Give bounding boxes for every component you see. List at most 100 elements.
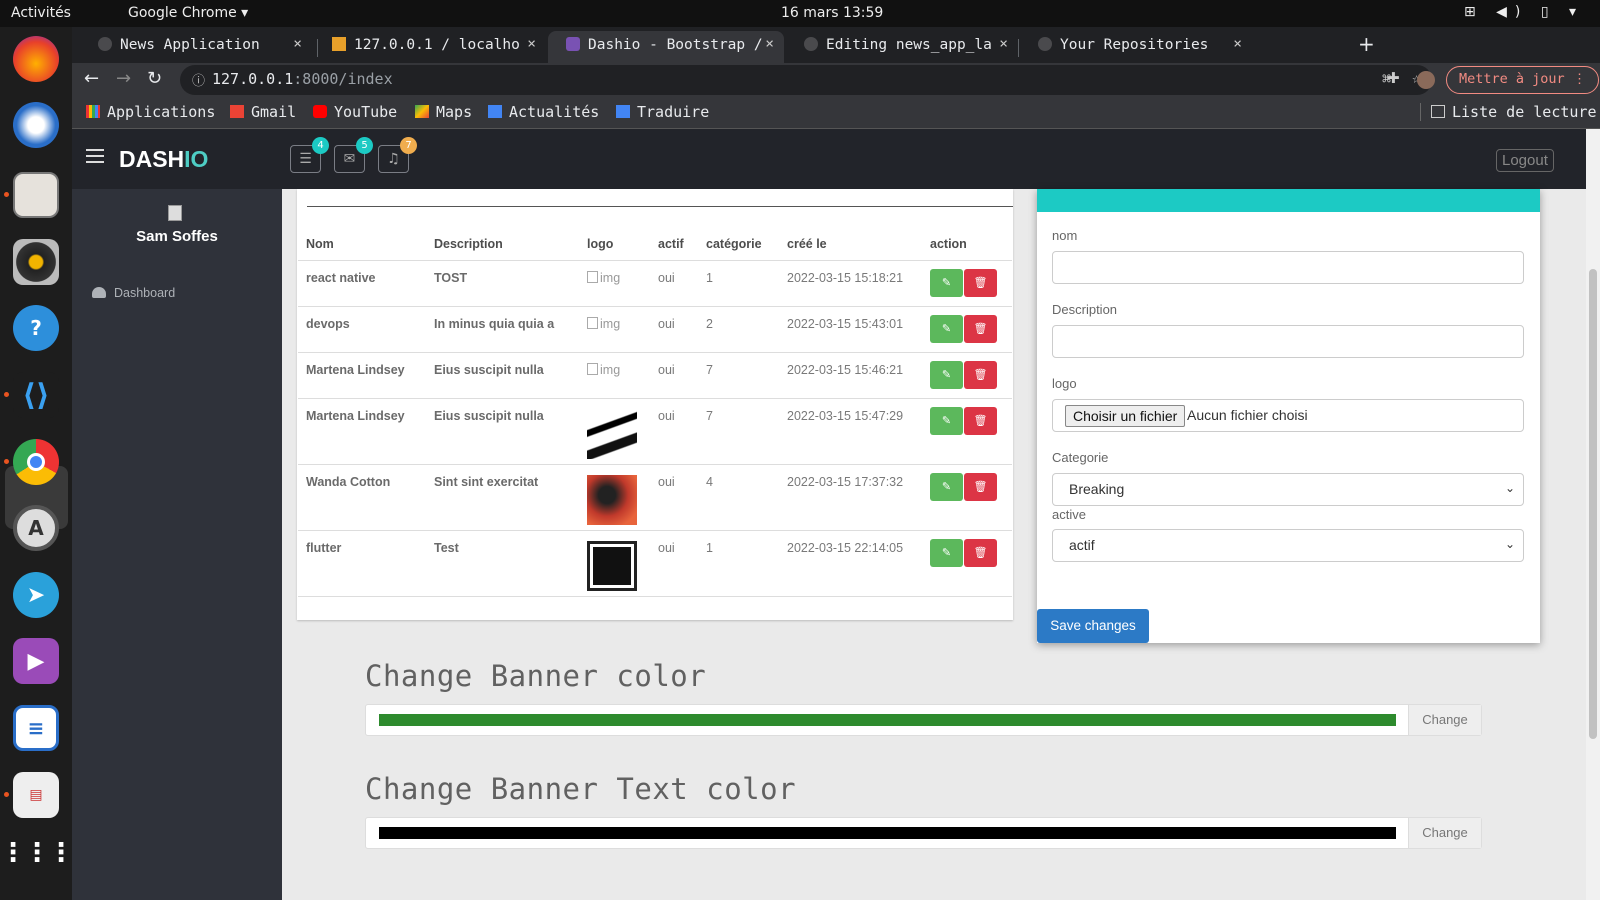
reading-list[interactable]: Liste de lecture (1420, 103, 1597, 121)
description-input[interactable] (1052, 325, 1524, 358)
forward-icon[interactable]: → (116, 68, 131, 89)
app-logo[interactable]: DASHIO (119, 146, 208, 173)
bookmark-traduire[interactable]: Traduire (616, 103, 709, 121)
cell-cree-le: 2022-03-15 15:18:21 (779, 260, 922, 307)
logout-button[interactable]: Logout (1496, 149, 1554, 172)
extensions-icon[interactable]: ✚ (1387, 69, 1400, 87)
change-banner-color-button[interactable]: Change (1408, 705, 1481, 735)
cell-description: Sint sint exercitat (426, 464, 579, 531)
delete-button[interactable]: 🗑 (964, 268, 997, 297)
edit-button[interactable]: ✎ (930, 406, 963, 435)
profile-avatar[interactable] (1417, 71, 1435, 89)
tab-dashio[interactable]: Dashio - Bootstrap / × (548, 31, 784, 63)
thunderbird-icon[interactable] (13, 102, 59, 148)
activities-button[interactable]: Activités (11, 5, 71, 21)
cell-nom: flutter (298, 530, 426, 597)
firefox-icon[interactable] (13, 36, 59, 82)
software-center-icon[interactable]: A (13, 505, 59, 551)
delete-button[interactable]: 🗑 (964, 360, 997, 389)
help-icon[interactable]: ? (13, 305, 59, 351)
close-tab-icon[interactable]: × (293, 36, 302, 52)
address-bar[interactable]: ⓘ 127.0.0.1:8000/index ⌘ ☆ (180, 65, 1432, 95)
update-button[interactable]: Mettre à jour ⋮ (1446, 66, 1600, 94)
bookmark-actualites[interactable]: Actualités (488, 103, 599, 121)
bookmarks-bar: Applications Gmail YouTube Maps Actualit… (72, 97, 1600, 129)
tab-phpmyadmin[interactable]: 127.0.0.1 / localho × (314, 31, 546, 63)
cell-logo (579, 464, 650, 531)
tasks-icon[interactable]: ☰ 4 (290, 137, 329, 173)
bookmark-gmail[interactable]: Gmail (230, 103, 296, 121)
page-scrollbar[interactable] (1586, 129, 1600, 900)
edit-button[interactable]: ✎ (930, 538, 963, 567)
label-logo: logo (1052, 376, 1077, 391)
user-avatar[interactable] (168, 205, 182, 221)
edit-button[interactable]: ✎ (930, 268, 963, 297)
edit-button[interactable]: ✎ (930, 472, 963, 501)
document-viewer-icon[interactable]: ▤ (13, 772, 59, 818)
chevron-down-icon: ⌄ (1504, 481, 1515, 495)
label-active: active (1052, 507, 1086, 522)
active-select[interactable]: actif ⌄ (1052, 529, 1524, 562)
system-tray[interactable]: ⊞ ◀) ▯ ▾ (1464, 4, 1584, 20)
site-info-icon[interactable]: ⓘ (192, 70, 205, 89)
logo-file-input[interactable]: Choisir un fichier Aucun fichier choisi (1052, 399, 1524, 432)
banner-text-color-picker[interactable]: Change (365, 817, 1482, 849)
close-tab-icon[interactable]: × (1233, 36, 1242, 52)
dock-running-dot (4, 459, 9, 464)
delete-button[interactable]: 🗑 (964, 538, 997, 567)
bookmark-label: Traduire (637, 103, 710, 121)
bookmark-label: YouTube (334, 103, 398, 121)
bookmark-youtube[interactable]: YouTube (313, 103, 397, 121)
logo-thumbnail (587, 408, 637, 459)
sidebar-item-dashboard[interactable]: Dashboard (92, 286, 175, 300)
banner-color-picker[interactable]: Change (365, 704, 1482, 736)
writer-icon[interactable]: ≡ (13, 705, 59, 751)
change-banner-text-color-button[interactable]: Change (1408, 818, 1481, 848)
choose-file-button[interactable]: Choisir un fichier (1065, 405, 1186, 427)
back-icon[interactable]: ← (84, 68, 99, 89)
delete-button[interactable]: 🗑 (964, 314, 997, 343)
rhythmbox-icon[interactable] (13, 239, 59, 285)
save-changes-button[interactable]: Save changes (1037, 609, 1149, 643)
nom-input[interactable] (1052, 251, 1524, 284)
notifications-bell-icon[interactable]: ♫ 7 (378, 137, 417, 173)
bookmark-applications[interactable]: Applications (86, 103, 215, 121)
delete-button[interactable]: 🗑 (964, 406, 997, 435)
reload-icon[interactable]: ↻ (147, 68, 162, 89)
chrome-icon[interactable] (13, 439, 59, 485)
scrollbar-thumb[interactable] (1589, 269, 1597, 739)
tab-your-repositories[interactable]: Your Repositories × (1020, 31, 1252, 63)
files-icon[interactable] (13, 172, 59, 218)
show-apps-icon[interactable]: ⋮⋮⋮ (0, 830, 74, 876)
dock-running-dot (4, 392, 9, 397)
cell-actif: oui (650, 530, 698, 597)
banner-text-color-swatch[interactable] (379, 827, 1396, 839)
table-row: Martena Lindsey Eius suscipit nulla oui … (298, 398, 1012, 465)
edit-button[interactable]: ✎ (930, 360, 963, 389)
delete-button[interactable]: 🗑 (964, 472, 997, 501)
video-player-icon[interactable]: ▶ (13, 638, 59, 684)
edit-button[interactable]: ✎ (930, 314, 963, 343)
broken-image-icon: img (587, 271, 620, 285)
cell-action: ✎ 🗑 (922, 398, 1012, 465)
close-tab-icon[interactable]: × (999, 36, 1008, 52)
new-tab-button[interactable]: + (1358, 32, 1375, 56)
close-tab-icon[interactable]: × (765, 36, 774, 52)
bookmark-maps[interactable]: Maps (415, 103, 472, 121)
cell-action: ✎ 🗑 (922, 530, 1012, 597)
clock[interactable]: 16 mars 13:59 (781, 5, 883, 21)
banner-color-swatch[interactable] (379, 714, 1396, 726)
column-header: logo (579, 229, 650, 261)
tab-editing-news-app[interactable]: Editing news_app_la × (786, 31, 1018, 63)
tab-news-application[interactable]: News Application × (80, 31, 312, 63)
categorie-select[interactable]: Breaking ⌄ (1052, 473, 1524, 506)
vscode-icon[interactable]: ⟨⟩ (13, 372, 59, 418)
messages-icon[interactable]: ✉ 5 (334, 137, 373, 173)
app-menu[interactable]: Google Chrome ▾ (128, 5, 248, 21)
tab-title: Your Repositories (1060, 37, 1209, 53)
reading-list-label: Liste de lecture (1452, 103, 1597, 121)
close-tab-icon[interactable]: × (527, 36, 536, 52)
menu-toggle-icon[interactable] (86, 149, 104, 167)
label-nom: nom (1052, 228, 1078, 243)
telegram-icon[interactable]: ➤ (13, 572, 59, 618)
